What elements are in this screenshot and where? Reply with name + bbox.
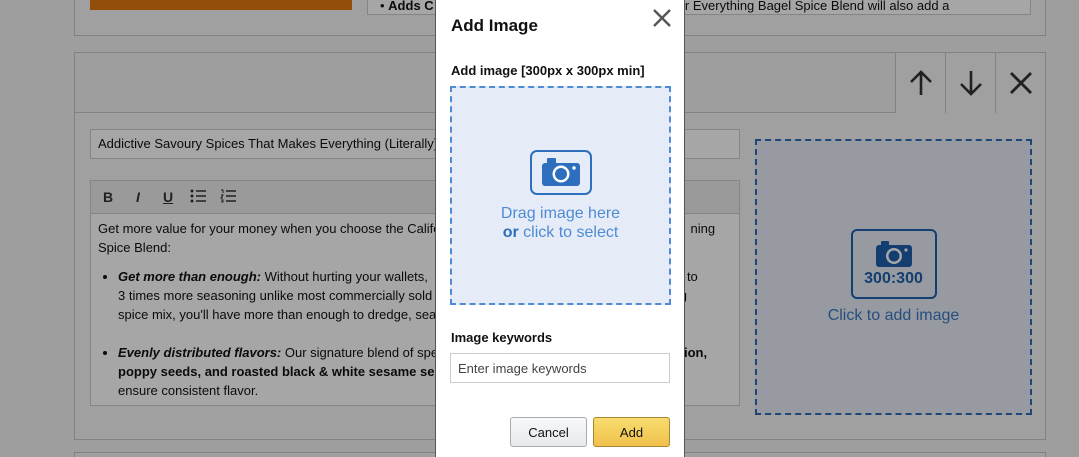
close-icon [653, 9, 671, 27]
dialog-title: Add Image [451, 16, 538, 35]
image-dropzone[interactable]: Drag image here or click to select [450, 86, 671, 305]
image-keywords-input[interactable] [450, 353, 670, 383]
image-keywords-label: Image keywords [451, 330, 553, 345]
dropzone-click-text: click to select [518, 223, 619, 241]
camera-icon [541, 158, 580, 186]
cancel-button[interactable]: Cancel [510, 417, 587, 447]
camera-icon-box [529, 149, 592, 195]
dropzone-drag-text: Drag image here [500, 204, 621, 222]
dropzone-select-text: or click to select [503, 224, 619, 242]
close-dialog-button[interactable] [652, 4, 672, 34]
add-button[interactable]: Add [593, 417, 670, 447]
dropzone-or: or [502, 223, 519, 241]
add-image-label: Add image [300px x 300px min] [451, 63, 645, 78]
add-image-dialog: Add Image Add image [300px x 300px min] … [435, 0, 685, 457]
